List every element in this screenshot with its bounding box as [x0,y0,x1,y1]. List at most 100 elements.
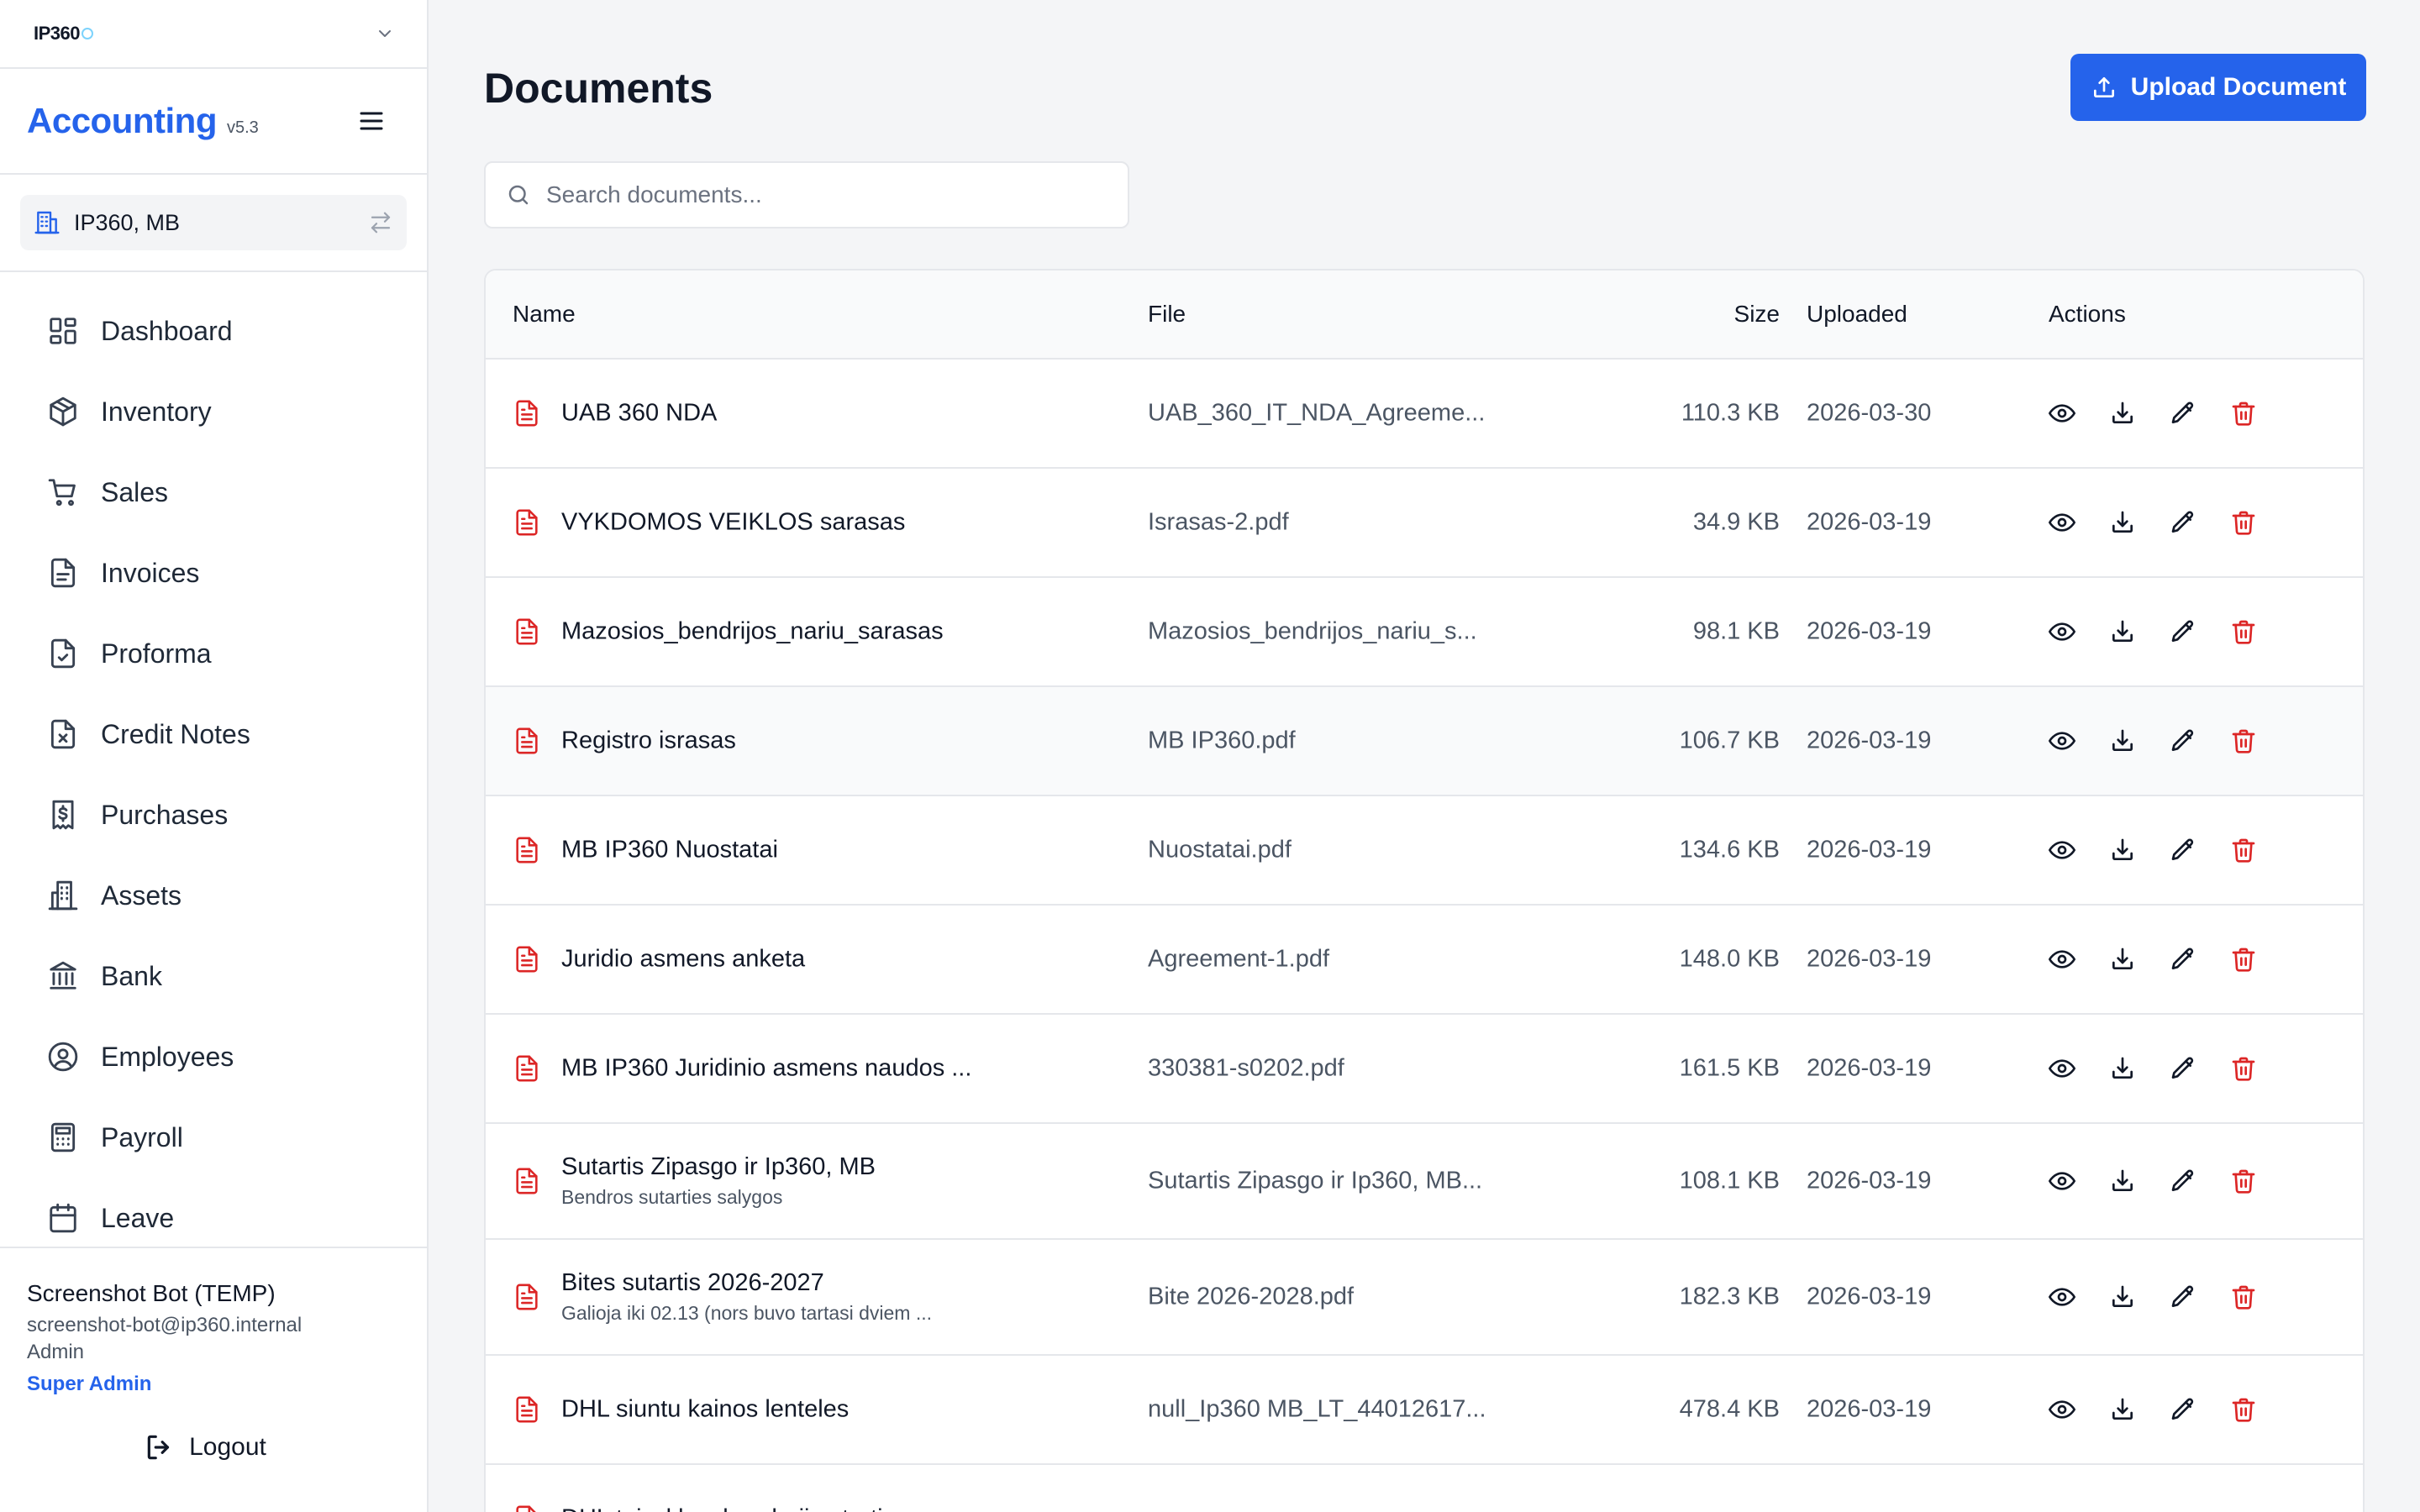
sidebar-item-credit-notes[interactable]: Credit Notes [0,694,427,774]
view-icon[interactable] [2049,1284,2075,1310]
sidebar-item-inventory[interactable]: Inventory [0,371,427,452]
sidebar-item-label: Purchases [101,799,229,830]
chevron-down-icon[interactable] [375,24,395,44]
delete-icon[interactable] [2230,509,2257,536]
table-row[interactable]: Sutartis Zipasgo ir Ip360, MB Bendros sut… [486,1124,2363,1240]
table-row[interactable]: Mazosios_bendrijos_nariu_sarasas Mazosios… [486,578,2363,687]
edit-icon[interactable] [2170,1168,2196,1194]
edit-icon[interactable] [2170,400,2196,427]
document-title: VYKDOMOS VEIKLOS sarasas [561,508,906,536]
sidebar-item-bank[interactable]: Bank [0,936,427,1016]
edit-icon[interactable] [2170,1055,2196,1082]
uploaded-date: 2026-03-30 [1807,399,1932,427]
row-actions [2049,837,2257,864]
pdf-file-icon [513,1281,541,1313]
file-name: MB IP360.pdf [1148,727,1296,754]
table-row[interactable]: Registro israsas MB IP360.pdf 106.7 KB 2026… [486,687,2363,796]
download-icon[interactable] [2109,837,2136,864]
super-admin-link[interactable]: Super Admin [27,1373,400,1396]
download-icon[interactable] [2109,1168,2136,1194]
edit-icon[interactable] [2170,509,2196,536]
table-row[interactable]: VYKDOMOS VEIKLOS sarasas Israsas-2.pdf 34.… [486,469,2363,578]
user-email: screenshot-bot@ip360.internal [27,1314,302,1336]
download-icon[interactable] [2109,1055,2136,1082]
delete-icon[interactable] [2230,1396,2257,1423]
sidebar-item-label: Bank [101,960,162,991]
sidebar-item-payroll[interactable]: Payroll [0,1097,427,1178]
sidebar-item-label: Dashboard [101,315,233,346]
file-size: 98.1 KB [1692,617,1780,645]
upload-document-button[interactable]: Upload Document [2070,54,2366,121]
company-selector[interactable]: IP360, MB [20,195,407,250]
download-icon[interactable] [2109,400,2136,427]
search-input[interactable] [546,181,1118,208]
switch-arrows-icon[interactable] [368,210,393,235]
row-actions [2049,618,2257,645]
menu-icon[interactable] [356,106,387,136]
delete-icon[interactable] [2230,946,2257,973]
view-icon[interactable] [2049,400,2075,427]
table-header: Name File Size Uploaded Actions [486,270,2363,360]
user-circle-icon [47,1041,79,1073]
file-size: 34.9 KB [1692,508,1780,536]
sidebar-item-label: Employees [101,1041,234,1072]
uploaded-date: 2026-03-19 [1807,727,1932,754]
table-row[interactable]: UAB 360 NDA UAB_360_IT_NDA_Agreeme... 110.… [486,360,2363,469]
delete-icon[interactable] [2230,837,2257,864]
view-icon[interactable] [2049,618,2075,645]
table-row[interactable]: Juridio asmens anketa Agreement-1.pdf 148.… [486,906,2363,1015]
view-icon[interactable] [2049,1055,2075,1082]
logout-button[interactable]: Logout [27,1431,400,1463]
download-icon[interactable] [2109,509,2136,536]
table-row[interactable]: MB IP360 Nuostatai Nuostatai.pdf 134.6 KB 2… [486,796,2363,906]
edit-icon[interactable] [2170,1284,2196,1310]
edit-icon[interactable] [2170,727,2196,754]
download-icon[interactable] [2109,1396,2136,1423]
sidebar-item-purchases[interactable]: Purchases [0,774,427,855]
edit-icon[interactable] [2170,946,2196,973]
table-row[interactable]: MB IP360 Juridinio asmens naudos ... 3303… [486,1015,2363,1124]
sidebar-item-employees[interactable]: Employees [0,1016,427,1097]
header-size[interactable]: Size [1734,301,1780,328]
view-icon[interactable] [2049,837,2075,864]
sidebar-item-sales[interactable]: Sales [0,452,427,533]
document-title: Sutartis Zipasgo ir Ip360, MB [561,1153,876,1180]
delete-icon[interactable] [2230,618,2257,645]
download-icon[interactable] [2109,1284,2136,1310]
delete-icon[interactable] [2230,727,2257,754]
download-icon[interactable] [2109,946,2136,973]
sidebar-item-invoices[interactable]: Invoices [0,533,427,613]
download-icon[interactable] [2109,618,2136,645]
tenant-switcher[interactable]: IP360 [0,0,427,69]
row-actions [2049,727,2257,754]
dashboard-icon [47,315,79,347]
row-actions [2049,1055,2257,1082]
delete-icon[interactable] [2230,400,2257,427]
header-name[interactable]: Name [513,301,576,328]
table-row[interactable]: Bites sutartis 2026-2027 Galioja iki 02.1… [486,1240,2363,1356]
edit-icon[interactable] [2170,1396,2196,1423]
sidebar-item-dashboard[interactable]: Dashboard [0,291,427,371]
view-icon[interactable] [2049,1168,2075,1194]
view-icon[interactable] [2049,946,2075,973]
edit-icon[interactable] [2170,618,2196,645]
sidebar-item-assets[interactable]: Assets [0,855,427,936]
table-row[interactable]: DHL siuntu kainos lenteles null_Ip360 MB_… [486,1356,2363,1465]
upload-icon [2091,74,2118,101]
sidebar-item-proforma[interactable]: Proforma [0,613,427,694]
edit-icon[interactable] [2170,837,2196,864]
download-icon[interactable] [2109,727,2136,754]
table-row[interactable]: DHL taisykles, bendroji sutartis [486,1465,2363,1512]
table-body: UAB 360 NDA UAB_360_IT_NDA_Agreeme... 110.… [486,360,2363,1512]
header-file[interactable]: File [1148,301,1186,328]
row-actions [2049,1396,2257,1423]
delete-icon[interactable] [2230,1055,2257,1082]
view-icon[interactable] [2049,509,2075,536]
header-uploaded[interactable]: Uploaded [1807,301,1907,328]
delete-icon[interactable] [2230,1168,2257,1194]
file-name: Israsas-2.pdf [1148,508,1289,536]
view-icon[interactable] [2049,1396,2075,1423]
delete-icon[interactable] [2230,1284,2257,1310]
view-icon[interactable] [2049,727,2075,754]
search-icon [506,182,531,207]
